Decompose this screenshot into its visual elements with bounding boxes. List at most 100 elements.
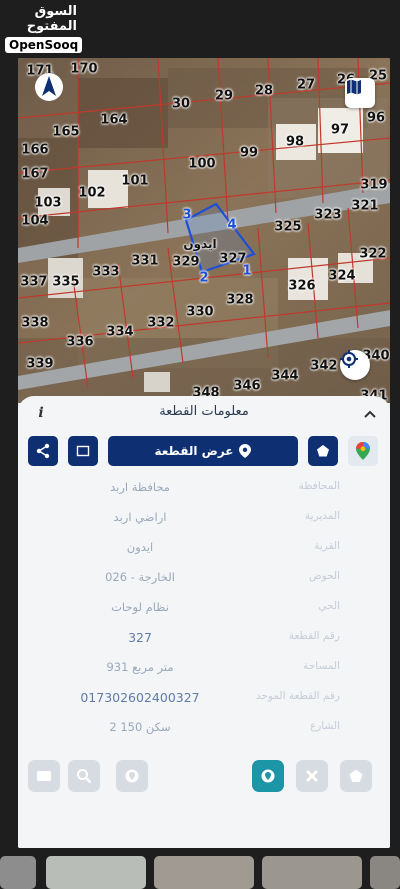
show-parcel-label: عرض القطعة <box>154 444 234 458</box>
parcel-number[interactable]: 103 <box>34 196 61 211</box>
corner-number: 1 <box>242 263 252 279</box>
location-pin-icon <box>239 444 252 458</box>
corner-number: 4 <box>227 217 237 233</box>
parcel-number[interactable]: 28 <box>255 84 273 99</box>
parcel-number[interactable]: 344 <box>271 369 298 384</box>
parcel-number[interactable]: 337 <box>20 275 47 290</box>
locate-me-button[interactable] <box>340 350 370 380</box>
detail-label: رقم القطعة الموحد <box>255 690 340 702</box>
collapse-button[interactable] <box>360 404 380 424</box>
map-graphics <box>18 58 390 403</box>
map-icon <box>347 79 361 95</box>
tool-clear-button[interactable] <box>296 760 328 792</box>
parcel-number[interactable]: 101 <box>121 174 148 189</box>
parcel-number[interactable]: 100 <box>188 157 215 172</box>
thumbnail[interactable] <box>46 856 146 889</box>
chevron-up-icon <box>364 410 376 418</box>
frame-icon <box>76 445 90 457</box>
parcel-number[interactable]: 321 <box>351 199 378 214</box>
close-icon <box>305 769 319 783</box>
parcel-number[interactable]: 329 <box>172 255 199 270</box>
compass-icon <box>35 73 63 101</box>
parcel-number[interactable]: 167 <box>21 167 48 182</box>
parcel-number[interactable]: 333 <box>92 265 119 280</box>
parcel-number[interactable]: 166 <box>21 143 48 158</box>
parcel-number[interactable]: 29 <box>215 89 233 104</box>
tool-layers-button[interactable] <box>28 760 60 792</box>
corner-number: 3 <box>182 207 192 223</box>
landmark-button[interactable] <box>308 436 338 466</box>
parcel-number[interactable]: 99 <box>240 146 258 161</box>
parcel-number[interactable]: 97 <box>331 123 349 138</box>
thumbnail[interactable] <box>0 856 36 889</box>
parcel-number[interactable]: 322 <box>359 247 386 262</box>
thumbnail[interactable] <box>262 856 362 889</box>
thumbnail-strip <box>0 850 400 889</box>
tool-bar <box>18 756 390 796</box>
parcel-number[interactable]: 328 <box>226 293 253 308</box>
compass-button[interactable] <box>34 72 64 102</box>
detail-row: 327 رقم القطعة <box>18 624 390 654</box>
parcel-number[interactable]: 346 <box>233 379 260 394</box>
watermark-english: OpenSooq <box>5 37 83 53</box>
parcel-number[interactable]: 27 <box>297 78 315 93</box>
parcel-info-panel: i معلومات القطعة عرض القطعة محافظة اربد … <box>18 396 390 848</box>
detail-value: محافظة اربد <box>110 480 170 494</box>
google-maps-button[interactable] <box>348 436 378 466</box>
parcel-number[interactable]: 336 <box>66 335 93 350</box>
parcel-number[interactable]: 330 <box>186 305 213 320</box>
parcel-number[interactable]: 325 <box>274 220 301 235</box>
search-icon <box>77 769 92 784</box>
parcel-number[interactable]: 342 <box>310 359 337 374</box>
detail-row: 2 سكن 150 الشارع <box>18 714 390 744</box>
parcel-number[interactable]: 104 <box>21 214 48 229</box>
parcel-number[interactable]: 335 <box>52 275 79 290</box>
pentagon-icon <box>349 769 363 782</box>
parcel-number[interactable]: 319 <box>360 178 387 193</box>
parcel-number[interactable]: 331 <box>131 254 158 269</box>
parcel-number[interactable]: 170 <box>70 62 97 77</box>
tool-location-button[interactable] <box>116 760 148 792</box>
share-icon <box>36 443 50 459</box>
parcel-map[interactable]: 171 170 27 26 25 30 29 28 164 165 97 96 … <box>18 58 390 403</box>
detail-label: رقم القطعة <box>288 630 340 642</box>
pentagon-icon <box>317 445 329 457</box>
detail-row: الخارجة - 026 الحوض <box>18 564 390 594</box>
detail-label: الحوض <box>308 570 340 582</box>
pin-icon <box>125 769 139 783</box>
tool-search-button[interactable] <box>68 760 100 792</box>
parcel-number[interactable]: 338 <box>21 316 48 331</box>
opensooq-watermark: السوق المفتوح OpenSooq <box>5 4 83 53</box>
panel-title: معلومات القطعة <box>159 404 249 419</box>
phone-screen: 171 170 27 26 25 30 29 28 164 165 97 96 … <box>18 58 390 848</box>
detail-row: محافظة اربد المحافظة <box>18 474 390 504</box>
parcel-number[interactable]: 30 <box>172 97 190 112</box>
detail-label: الحي <box>318 600 340 612</box>
open-maps-button[interactable] <box>345 78 375 108</box>
tool-shape-button[interactable] <box>340 760 372 792</box>
parcel-number[interactable]: 164 <box>100 113 127 128</box>
parcel-number[interactable]: 102 <box>78 186 105 201</box>
parcel-number[interactable]: 323 <box>314 208 341 223</box>
bookmark-button[interactable] <box>68 436 98 466</box>
parcel-number[interactable]: 339 <box>26 357 53 372</box>
share-button[interactable] <box>28 436 58 466</box>
parcel-number[interactable]: 165 <box>52 125 79 140</box>
watermark-arabic: السوق المفتوح <box>26 4 77 34</box>
tool-active-pin-button[interactable] <box>252 760 284 792</box>
crosshair-icon <box>340 350 358 368</box>
detail-value: ايدون <box>126 540 154 554</box>
parcel-number[interactable]: 324 <box>328 269 355 284</box>
thumbnail[interactable] <box>370 856 400 889</box>
detail-row: نظام لوحات الحي <box>18 594 390 624</box>
google-maps-pin-icon <box>356 442 370 460</box>
parcel-number[interactable]: 326 <box>288 279 315 294</box>
parcel-number[interactable]: 96 <box>367 111 385 126</box>
parcel-number[interactable]: 98 <box>286 135 304 150</box>
parcel-number[interactable]: 332 <box>147 316 174 331</box>
show-parcel-button[interactable]: عرض القطعة <box>108 436 298 466</box>
thumbnail[interactable] <box>154 856 254 889</box>
parcel-details: محافظة اربد المحافظة اراضي اربد المديرية… <box>18 474 390 744</box>
parcel-number[interactable]: 334 <box>106 325 133 340</box>
detail-label: القرية <box>314 540 340 552</box>
